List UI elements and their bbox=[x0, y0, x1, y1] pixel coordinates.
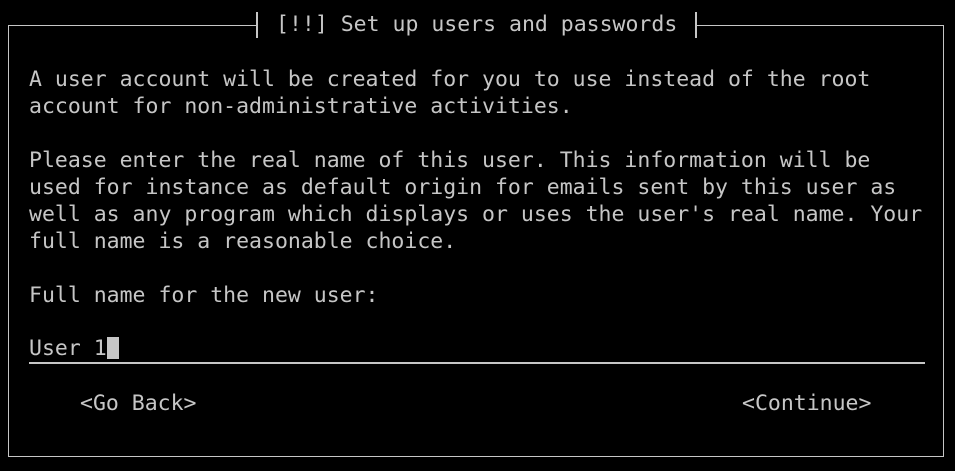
intro-line-2: account for non-administrative activitie… bbox=[29, 94, 573, 119]
text-cursor bbox=[106, 337, 119, 359]
description-line-4: full name is a reasonable choice. bbox=[29, 229, 457, 254]
description-line-3: well as any program which displays or us… bbox=[29, 202, 923, 227]
go-back-button[interactable]: <Go Back> bbox=[80, 390, 197, 417]
full-name-prompt: Full name for the new user: bbox=[29, 283, 379, 308]
full-name-value: User 1 bbox=[29, 336, 107, 361]
intro-line-1: A user account will be created for you t… bbox=[29, 67, 871, 92]
dialog-title: [!!] Set up users and passwords bbox=[256, 12, 698, 38]
description-line-2: used for instance as default origin for … bbox=[29, 175, 897, 200]
description-line-1: Please enter the real name of this user.… bbox=[29, 148, 871, 173]
full-name-input[interactable]: User 1 bbox=[29, 336, 925, 364]
continue-button[interactable]: <Continue> bbox=[742, 390, 871, 417]
